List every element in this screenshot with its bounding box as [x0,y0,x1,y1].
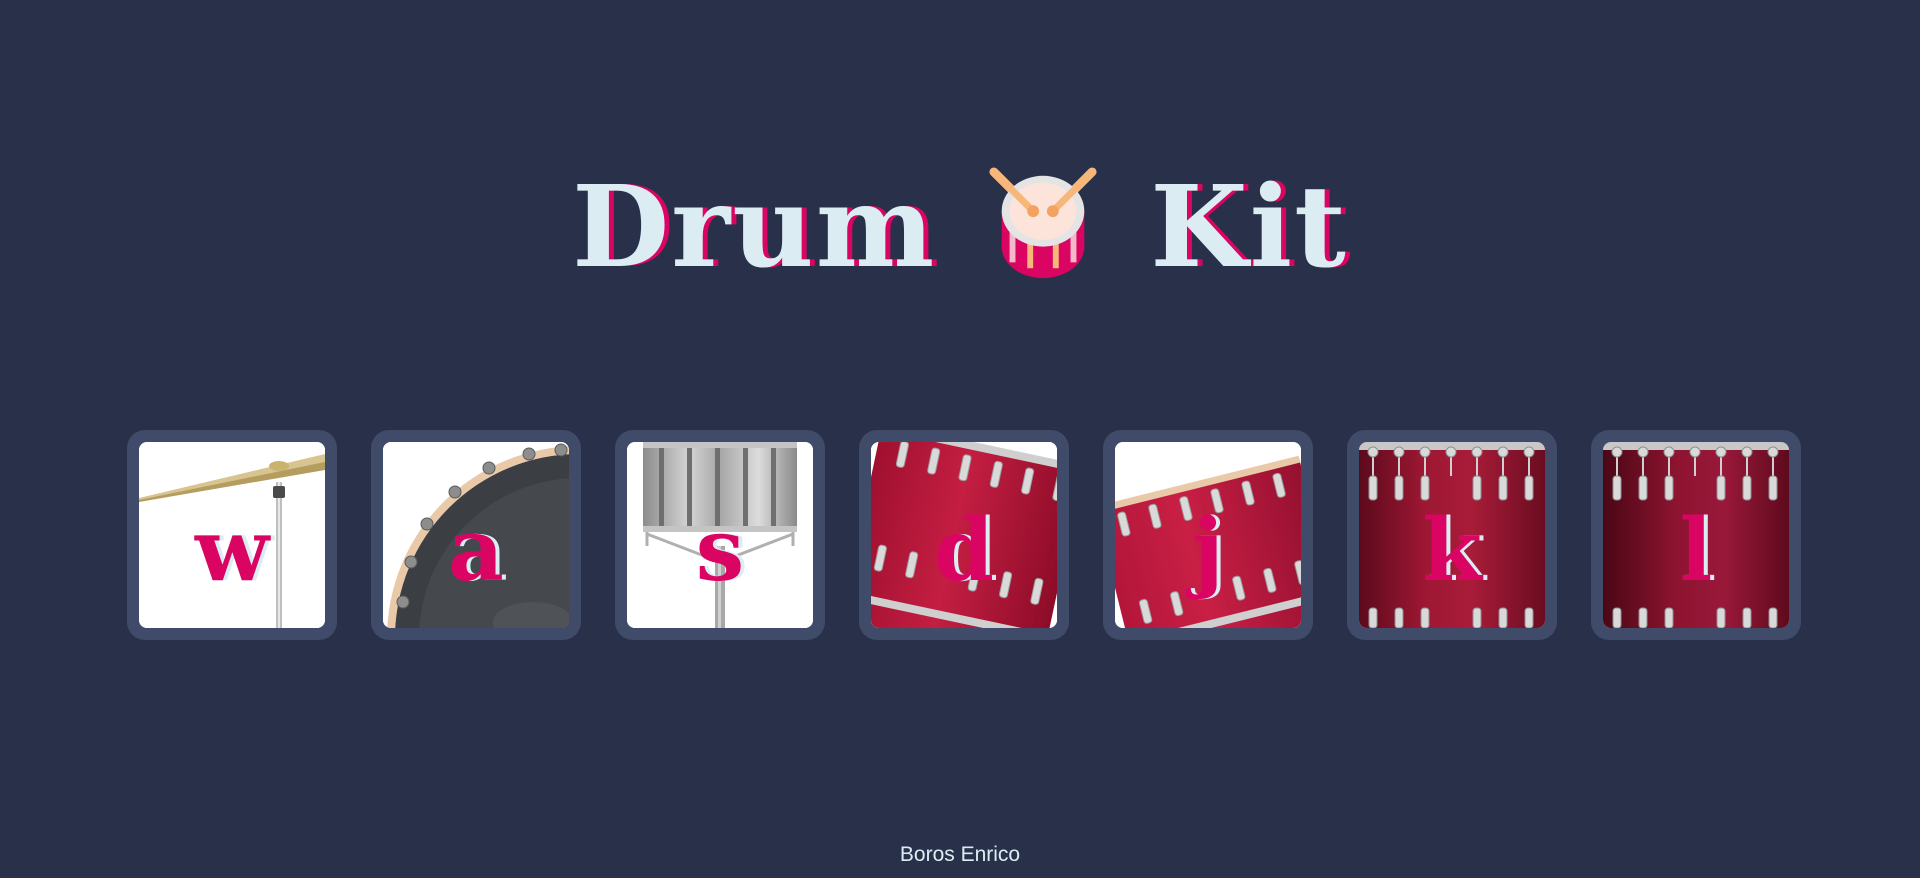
pad-face: j [1115,442,1301,628]
pad-key-label: l [1679,500,1713,601]
page-title: Drum Kit [0,163,1920,293]
drum-pad-w[interactable]: w [127,430,337,640]
drum-pad-s[interactable]: s [615,430,825,640]
title-word-kit: Kit [1150,162,1348,294]
pad-key-label: k [1422,500,1482,601]
drum-pad-k[interactable]: k [1347,430,1557,640]
pad-key-label: s [695,500,745,601]
drum-pad-j[interactable]: j [1103,430,1313,640]
pad-key-label: j [1192,500,1224,601]
pad-key-label: w [194,500,270,601]
pad-face: k [1359,442,1545,628]
drum-pad-a[interactable]: a [371,430,581,640]
pad-face: s [627,442,813,628]
pad-face: l [1603,442,1789,628]
drum-pad-d[interactable]: d [859,430,1069,640]
drum-pad-l[interactable]: l [1591,430,1801,640]
pad-face: a [383,442,569,628]
pad-key-label: a [448,500,504,601]
drum-icon [989,167,1097,279]
pad-face: w [139,442,325,628]
title-word-drum: Drum [572,162,937,294]
drum-pads: w a s d j k l [127,430,1801,640]
pad-key-label: d [933,500,995,601]
footer-author: Boros Enrico [899,843,1021,866]
pad-face: d [871,442,1057,628]
